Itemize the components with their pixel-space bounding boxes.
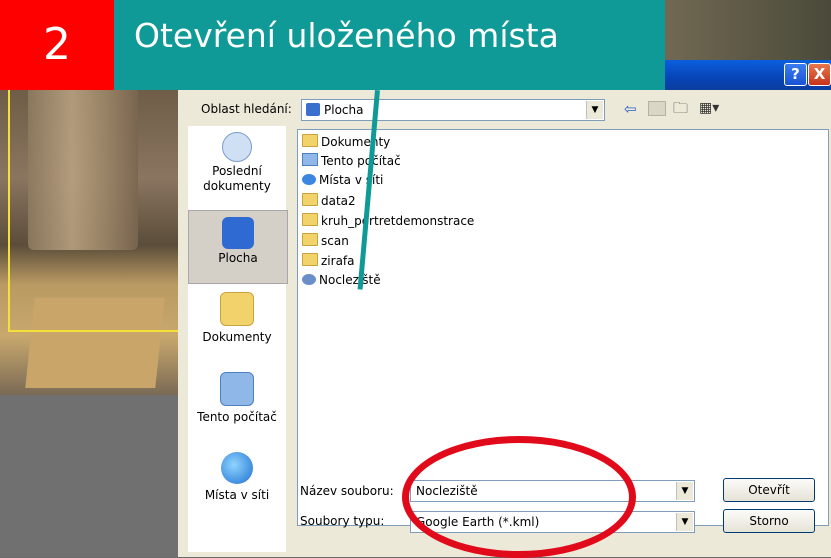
view-menu-icon[interactable]: ▦▾ xyxy=(699,100,719,116)
look-in-value: Plocha xyxy=(324,103,364,117)
list-item[interactable]: kruh_portretdemonstrace xyxy=(302,213,474,231)
place-label: Místa v síti xyxy=(204,488,270,502)
network-globe-icon xyxy=(302,174,316,185)
list-item[interactable]: Dokumenty xyxy=(302,134,390,152)
chevron-down-icon: ▼ xyxy=(676,513,693,531)
list-item[interactable]: scan xyxy=(302,233,349,251)
cancel-button[interactable]: Storno xyxy=(723,509,815,533)
desktop-icon xyxy=(306,103,320,116)
desktop-icon xyxy=(222,217,254,249)
open-button[interactable]: Otevřít xyxy=(723,478,815,502)
place-my-documents[interactable]: Dokumenty xyxy=(188,288,286,344)
computer-icon xyxy=(302,153,318,166)
help-button[interactable]: ? xyxy=(784,63,807,86)
place-label: Plocha xyxy=(218,251,258,265)
look-in-select[interactable]: Plocha ▼ xyxy=(301,99,605,121)
list-item[interactable]: Nocleziště xyxy=(302,273,381,291)
list-item[interactable]: data2 xyxy=(302,193,356,211)
filetype-label: Soubory typu: xyxy=(300,514,385,528)
new-folder-icon[interactable]: 🗀 xyxy=(673,98,688,123)
folder-icon xyxy=(302,253,318,266)
step-number-box: 2 xyxy=(0,0,114,90)
photo-frame xyxy=(8,50,185,332)
close-button[interactable]: X xyxy=(808,63,831,86)
folder-icon xyxy=(302,233,318,246)
recent-documents-icon xyxy=(222,132,252,162)
network-globe-icon xyxy=(221,452,253,484)
list-item[interactable]: zirafa xyxy=(302,253,355,271)
documents-folder-icon xyxy=(220,292,254,326)
place-desktop[interactable]: Plocha xyxy=(188,210,288,284)
chevron-down-icon: ▼ xyxy=(586,101,603,119)
step-title-box: Otevření uloženého místa xyxy=(114,0,665,90)
folder-icon xyxy=(302,213,318,226)
computer-icon xyxy=(220,372,254,406)
folder-icon xyxy=(302,193,318,206)
list-item[interactable]: Tento počítač xyxy=(302,153,401,171)
step-title: Otevření uloženého místa xyxy=(134,16,559,55)
place-label: Poslední dokumenty xyxy=(203,164,271,193)
place-network[interactable]: Místa v síti xyxy=(188,444,286,502)
look-in-label: Oblast hledání: xyxy=(201,102,292,116)
highlight-ellipse xyxy=(402,436,636,558)
place-my-computer[interactable]: Tento počítač xyxy=(188,366,286,424)
kml-file-icon xyxy=(302,274,316,285)
filename-label: Název souboru: xyxy=(300,484,394,498)
place-recent-documents[interactable]: Poslední dokumenty xyxy=(188,132,286,194)
up-folder-icon[interactable] xyxy=(648,101,666,116)
place-label: Dokumenty xyxy=(202,330,272,344)
back-icon[interactable]: ⇦ xyxy=(624,100,637,118)
places-bar: Poslední dokumenty Plocha Dokumenty Tent… xyxy=(188,126,288,552)
step-number: 2 xyxy=(43,19,71,70)
chevron-down-icon: ▼ xyxy=(676,482,693,500)
folder-icon xyxy=(302,134,318,147)
place-label: Tento počítač xyxy=(197,410,277,424)
